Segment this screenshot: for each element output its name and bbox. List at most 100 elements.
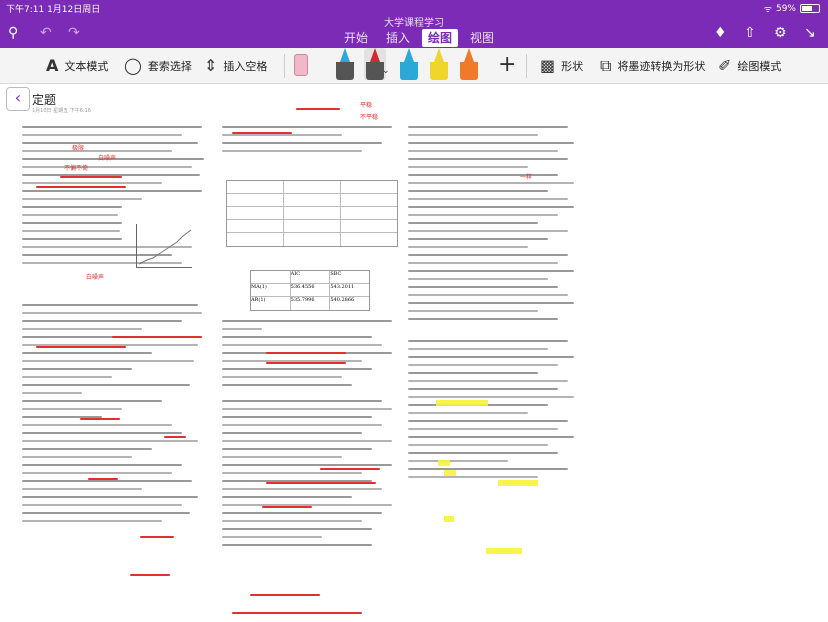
handwritten-note: 不偏不倚 [64, 165, 89, 172]
red-ink-stroke [250, 594, 320, 596]
ink-to-shape-label: 将墨迹转换为形状 [617, 60, 706, 73]
red-ink-stroke [266, 362, 346, 364]
undo-icon[interactable]: ↶ [40, 25, 52, 41]
table-cell: SBC [330, 271, 342, 277]
pen-cyan[interactable] [400, 48, 418, 80]
collapse-icon[interactable]: ↘ [804, 25, 816, 41]
handwritten-note: 白噪声 [98, 155, 117, 162]
insert-space-icon: ⇕ [204, 56, 218, 75]
chevron-left-icon: ‹ [14, 88, 22, 107]
red-ink-stroke [140, 536, 174, 538]
table-aic-sbc: AIC SBC MA(1) 536.4556 543.2011 AR(1) 535.79… [250, 270, 370, 311]
draw-mode-button[interactable]: ✐ 绘图模式 [718, 56, 781, 75]
eraser-button[interactable] [294, 54, 308, 76]
notes-column-2 [222, 126, 398, 158]
handwritten-note: 白噪声 [86, 274, 105, 281]
yellow-highlight [444, 516, 454, 522]
yellow-highlight [444, 470, 456, 476]
pen-body [336, 62, 354, 80]
lasso-label: 套索选择 [147, 59, 192, 73]
shapes-button[interactable]: ▩ 形状 [540, 56, 583, 75]
red-ink-stroke [36, 186, 126, 188]
yellow-highlight [438, 460, 450, 466]
tab-insert[interactable]: 插入 [380, 29, 416, 47]
highlighter-yellow[interactable] [430, 48, 448, 80]
notes-column-3 [408, 126, 578, 484]
tab-view[interactable]: 视图 [464, 29, 500, 47]
pen-tip [434, 48, 444, 62]
pen-body [430, 62, 448, 80]
table-1 [226, 180, 398, 247]
pen-body [460, 62, 478, 80]
yellow-highlight [498, 480, 538, 486]
add-pen-icon[interactable]: + [498, 52, 516, 77]
insert-space-label: 插入空格 [223, 59, 268, 73]
text-mode-label: 文本模式 [64, 59, 109, 73]
ink-to-shape-icon: ⧉ [600, 56, 612, 75]
red-ink-stroke [88, 478, 118, 480]
red-ink-stroke [320, 468, 380, 470]
shapes-icon: ▩ [540, 56, 556, 75]
lasso-select-button[interactable]: ◯ 套索选择 [124, 56, 192, 75]
app-title: 大学课程学习 [384, 18, 444, 29]
draw-mode-label: 绘图模式 [737, 59, 782, 73]
table-cell: AIC [291, 271, 331, 283]
red-ink-stroke [262, 506, 312, 508]
mini-chart [136, 224, 192, 268]
red-ink-stroke [60, 176, 122, 178]
tab-home[interactable]: 开始 [338, 29, 374, 47]
top-bar: 下午7:11 1月12日周日 ᯤ 59% 大学课程学习 ⚲ ↶ ↷ 开始 插入 … [0, 0, 828, 48]
handwritten-note: 平稳 [360, 102, 373, 109]
notes-column-2b [222, 320, 398, 552]
highlighter-orange[interactable] [460, 48, 478, 80]
pen-blue[interactable] [336, 48, 354, 80]
ink-to-shape-button[interactable]: ⧉ 将墨迹转换为形状 [600, 56, 705, 76]
pen-tip [404, 48, 414, 62]
shapes-label: 形状 [561, 59, 584, 73]
table-cell: 543.2011 [330, 284, 355, 290]
page-meta: 1月10日 星期五 下午6:16 [32, 108, 91, 114]
pen-tip [340, 48, 350, 62]
share-icon[interactable]: ⇧ [744, 25, 756, 41]
text-icon: A [46, 56, 59, 75]
battery-percent: 59% [775, 3, 796, 14]
table-cell: 535.7996 [291, 297, 331, 310]
redo-icon[interactable]: ↷ [68, 25, 80, 41]
bell-icon[interactable]: ♦ [714, 25, 727, 41]
table-cell: 540.2866 [330, 297, 355, 303]
handwritten-note: 极限 [72, 145, 85, 152]
search-icon[interactable]: ⚲ [8, 25, 18, 41]
red-ink-stroke [130, 574, 170, 576]
pen-tip [464, 48, 474, 62]
tab-draw[interactable]: 绘图 [422, 29, 459, 47]
back-button[interactable]: ‹ [6, 87, 30, 111]
chevron-down-icon[interactable]: ⌄ [382, 66, 390, 76]
text-mode-button[interactable]: A 文本模式 [46, 56, 108, 75]
battery-icon [800, 4, 820, 13]
handwritten-note: 一样 [520, 174, 533, 181]
red-ink-stroke [164, 436, 186, 438]
red-ink-stroke [80, 418, 120, 420]
pen-body [400, 62, 418, 80]
red-ink-stroke [232, 132, 292, 134]
pen-tip [370, 48, 380, 62]
red-ink-stroke [296, 108, 340, 110]
toolbar-divider [284, 54, 285, 78]
lasso-icon: ◯ [124, 56, 142, 75]
gear-icon[interactable]: ⚙ [774, 25, 787, 41]
yellow-highlight [486, 548, 522, 554]
red-ink-stroke [232, 612, 362, 614]
insert-space-button[interactable]: ⇕ 插入空格 [204, 56, 267, 75]
red-ink-stroke [112, 336, 202, 338]
yellow-highlight [436, 400, 488, 406]
handwritten-note: 不平稳 [360, 114, 379, 121]
ribbon-tabs: 开始 插入 绘图 视图 [338, 29, 500, 47]
toolbar-divider [526, 54, 527, 78]
mini-chart-line [138, 229, 192, 265]
red-ink-stroke [36, 346, 126, 348]
table-cell: 536.4556 [291, 284, 331, 296]
red-ink-stroke [266, 482, 376, 484]
eraser-icon [294, 54, 308, 76]
draw-mode-icon: ✐ [718, 56, 732, 75]
table-cell: MA(1) [251, 284, 291, 296]
